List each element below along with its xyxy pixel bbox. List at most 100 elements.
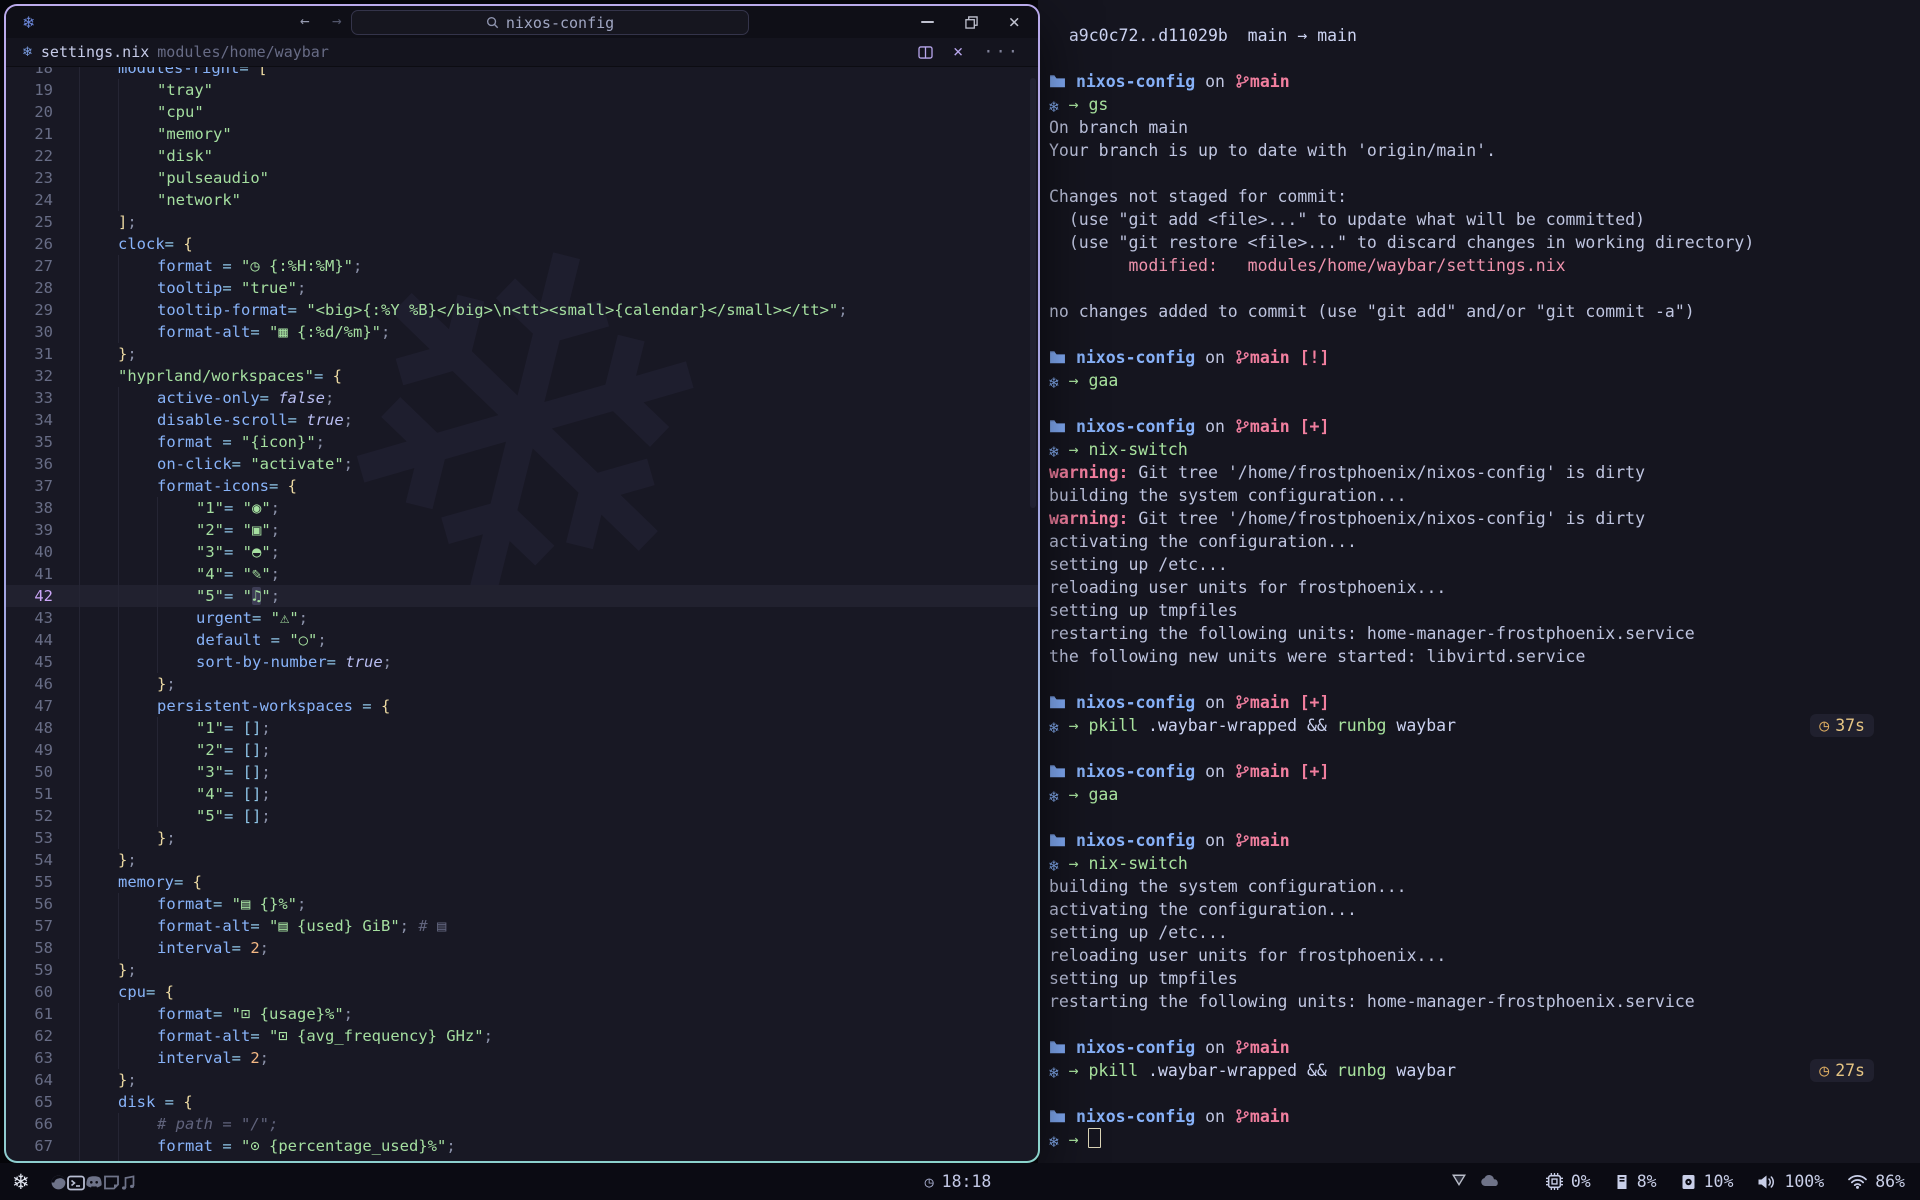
code-line[interactable]: 31}; (6, 343, 1038, 365)
cpu-module[interactable]: 0% (1546, 1172, 1591, 1191)
code-line[interactable]: 33active-only= false; (6, 387, 1038, 409)
workspace-terminal-icon[interactable] (67, 1172, 85, 1191)
code-line[interactable]: 35format = "{icon}"; (6, 431, 1038, 453)
code-line[interactable]: 52"5"= []; (6, 805, 1038, 827)
workspace-note-icon[interactable] (103, 1172, 120, 1191)
terminal-row: ❄ → (1049, 1128, 1920, 1151)
code-line[interactable]: 20"cpu" (6, 101, 1038, 123)
code-line[interactable]: 21"memory" (6, 123, 1038, 145)
close-tab-icon[interactable]: × (953, 42, 963, 62)
code-line[interactable]: 29tooltip-format= "<big>{:%Y %B}</big>\n… (6, 299, 1038, 321)
terminal-row: nixos-config on main (1049, 1036, 1920, 1059)
split-pane-icon[interactable] (918, 46, 933, 59)
code-line[interactable]: 36on-click= "activate"; (6, 453, 1038, 475)
editor-titlebar[interactable]: ❄ ← → nixos-config × (6, 6, 1038, 38)
editor-scrollbar[interactable] (1030, 78, 1036, 508)
code-line[interactable]: 49"2"= []; (6, 739, 1038, 761)
code-line[interactable]: 27format = "◷ {:%H:%M}"; (6, 255, 1038, 277)
terminal-row: nixos-config on main [+] (1049, 415, 1920, 438)
code-line[interactable]: 62format-alt= "⊡ {avg_frequency} GHz"; (6, 1025, 1038, 1047)
code-line[interactable]: 57format-alt= "▤ {used} GiB"; # ▤ (6, 915, 1038, 937)
terminal-row: nixos-config on main [!] (1049, 346, 1920, 369)
code-line[interactable]: 61format= "⊡ {usage}%"; (6, 1003, 1038, 1025)
nav-back-button[interactable]: ← (300, 11, 310, 30)
more-options-icon[interactable]: ··· (983, 42, 1020, 62)
disk-module[interactable]: 10% (1681, 1172, 1734, 1191)
code-line[interactable]: 34disable-scroll= true; (6, 409, 1038, 431)
volume-icon (1757, 1174, 1776, 1190)
code-line[interactable]: 65disk = { (6, 1091, 1038, 1113)
code-token: "<big>{:%Y %B}</big>\n<tt><small>{calend… (306, 301, 838, 319)
clock-module[interactable]: ◷ 18:18 (925, 1163, 992, 1200)
code-line[interactable]: 66# path = "/"; (6, 1113, 1038, 1135)
code-line[interactable]: 44default = "○"; (6, 629, 1038, 651)
indent-guide (118, 1003, 119, 1025)
workspace-firefox-icon[interactable] (50, 1172, 67, 1191)
code-line[interactable]: 53}; (6, 827, 1038, 849)
workspace-music-icon[interactable] (120, 1172, 136, 1191)
code-line[interactable]: 22"disk" (6, 145, 1038, 167)
workspace-discord-icon[interactable] (85, 1172, 103, 1191)
line-number: 41 (6, 563, 56, 585)
code-line[interactable]: 19"tray" (6, 79, 1038, 101)
indent-guide (118, 629, 119, 651)
code-line[interactable]: 46}; (6, 673, 1038, 695)
code-text: tooltip-format= "<big>{:%Y %B}</big>\n<t… (157, 301, 848, 319)
code-text: "pulseaudio" (157, 169, 269, 187)
code-line[interactable]: 43urgent= "⚠"; (6, 607, 1038, 629)
terminal-text (1059, 440, 1069, 459)
code-token: = (261, 631, 289, 649)
code-line[interactable]: 67format = "⊙ {percentage_used}%"; (6, 1135, 1038, 1157)
code-line[interactable]: 42"5"= "♫"; (6, 585, 1038, 607)
code-line[interactable]: 63interval= 2; (6, 1047, 1038, 1069)
code-line[interactable]: 68interval= 60; (6, 1157, 1038, 1161)
code-line[interactable]: 39"2"= "▣"; (6, 519, 1038, 541)
code-text: disable-scroll= true; (157, 411, 353, 429)
code-line[interactable]: 41"4"= "✎"; (6, 563, 1038, 585)
maximize-button[interactable] (965, 16, 978, 29)
indent-guide (118, 915, 119, 937)
close-button[interactable]: × (1009, 13, 1020, 32)
volume-module[interactable]: 100% (1757, 1172, 1824, 1191)
code-line[interactable]: 48"1"= []; (6, 717, 1038, 739)
ram-module[interactable]: 8% (1615, 1172, 1657, 1191)
code-line[interactable]: 64}; (6, 1069, 1038, 1091)
minimize-button[interactable] (921, 21, 934, 23)
nixos-menu-icon[interactable]: ❄ (12, 1170, 30, 1194)
cloud-icon[interactable] (1480, 1172, 1500, 1191)
indent-guide (118, 563, 119, 585)
wifi-module[interactable]: 86% (1848, 1172, 1905, 1191)
tab-title: settings.nix (41, 43, 149, 61)
code-line[interactable]: 24"network" (6, 189, 1038, 211)
terminal-text: activating the configuration... (1049, 900, 1357, 919)
terminal-row: the following new units were started: li… (1049, 645, 1920, 668)
code-line[interactable]: 40"3"= "◓"; (6, 541, 1038, 563)
code-line[interactable]: 59}; (6, 959, 1038, 981)
code-line[interactable]: 45sort-by-number= true; (6, 651, 1038, 673)
code-line[interactable]: 38"1"= "◉"; (6, 497, 1038, 519)
code-line[interactable]: 18modules-right= [ (6, 66, 1038, 79)
code-line[interactable]: 30format-alt= "▦ {:%d/%m}"; (6, 321, 1038, 343)
code-line[interactable]: 50"3"= []; (6, 761, 1038, 783)
code-line[interactable]: 23"pulseaudio" (6, 167, 1038, 189)
terminal-pane[interactable]: a9c0c72..d11029b main → main nixos-confi… (1038, 0, 1920, 1163)
code-line[interactable]: 51"4"= []; (6, 783, 1038, 805)
code-line[interactable]: 37format-icons= { (6, 475, 1038, 497)
indent-guide (157, 607, 158, 629)
code-line[interactable]: 28tooltip= "true"; (6, 277, 1038, 299)
code-line[interactable]: 54}; (6, 849, 1038, 871)
code-line[interactable]: 25]; (6, 211, 1038, 233)
nav-forward-button[interactable]: → (332, 11, 342, 30)
code-line[interactable]: 47persistent-workspaces = { (6, 695, 1038, 717)
code-editor[interactable]: 18modules-right= [19"tray"20"cpu"21"memo… (6, 66, 1038, 1161)
code-line[interactable]: 60cpu= { (6, 981, 1038, 1003)
code-line[interactable]: 26clock= { (6, 233, 1038, 255)
tray-triangle-icon[interactable] (1451, 1172, 1467, 1191)
code-line[interactable]: 56format= "▤ {}%"; (6, 893, 1038, 915)
code-line[interactable]: 32"hyprland/workspaces"= { (6, 365, 1038, 387)
tab-settings-nix[interactable]: ❄ settings.nix modules/home/waybar (6, 43, 329, 61)
line-number: 22 (6, 145, 56, 167)
code-line[interactable]: 55memory= { (6, 871, 1038, 893)
code-line[interactable]: 58interval= 2; (6, 937, 1038, 959)
project-search-input[interactable]: nixos-config (351, 10, 749, 35)
